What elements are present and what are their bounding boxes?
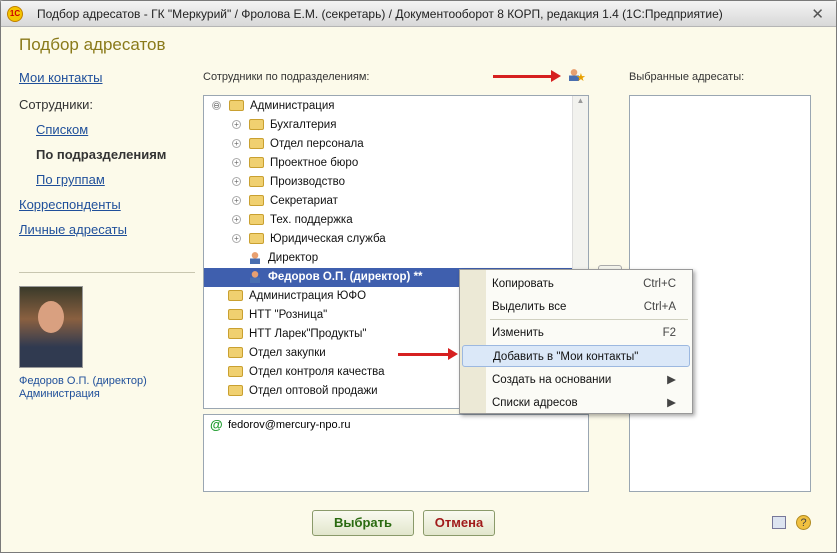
menu-item-label: Добавить в "Мои контакты": [493, 351, 639, 363]
menu-separator: [490, 319, 688, 320]
menu-item-shortcut: ▶: [667, 374, 676, 386]
expand-icon[interactable]: ⊖: [212, 101, 221, 111]
menu-item[interactable]: Добавить в "Мои контакты": [462, 345, 690, 367]
nav-by-groups[interactable]: По группам: [36, 172, 105, 187]
tree-row-label: Проектное бюро: [270, 157, 359, 169]
menu-item-label: Списки адресов: [492, 397, 578, 409]
folder-icon: [229, 100, 244, 112]
folder-icon: [249, 195, 264, 207]
nav-correspondents[interactable]: Корреспонденты: [19, 197, 121, 212]
expand-icon[interactable]: +: [232, 139, 241, 149]
folder-icon: [249, 157, 264, 169]
tree-row-label: НТТ Ларек"Продукты": [249, 328, 367, 340]
window: 1С Подбор адресатов - ГК "Меркурий" / Фр…: [0, 0, 837, 553]
person-icon: [250, 270, 260, 283]
page-title: Подбор адресатов: [19, 35, 166, 54]
tree-row-label: Секретариат: [270, 195, 338, 207]
settings-icon[interactable]: [772, 516, 786, 529]
expand-icon[interactable]: +: [232, 196, 241, 206]
help-button[interactable]: ?: [796, 515, 811, 530]
menu-item[interactable]: Создать на основании ▶: [462, 369, 690, 391]
tree-row-label: Отдел оптовой продажи: [249, 385, 378, 397]
folder-icon: [228, 347, 243, 359]
person-name: Федоров О.П. (директор): [19, 375, 147, 387]
tree-row[interactable]: Директор: [204, 249, 573, 268]
nav-personal[interactable]: Личные адресаты: [19, 222, 127, 237]
nav-employees-label: Сотрудники:: [19, 97, 94, 112]
email-panel: @ fedorov@mercury-npo.ru: [203, 414, 589, 492]
nav-by-dept[interactable]: По подразделениям: [36, 147, 166, 162]
menu-item[interactable]: Списки адресов ▶: [462, 392, 690, 414]
selected-label: Выбранные адресаты:: [629, 71, 745, 83]
tree-row[interactable]: + Производство: [204, 173, 573, 192]
folder-icon: [249, 138, 264, 150]
tree-row-label: Бухгалтерия: [270, 119, 337, 131]
expand-icon[interactable]: +: [232, 177, 241, 187]
menu-item-label: Копировать: [492, 278, 554, 290]
folder-icon: [249, 214, 264, 226]
folder-icon: [249, 176, 264, 188]
expand-icon[interactable]: +: [232, 120, 241, 130]
nav-my-contacts[interactable]: Мои контакты: [19, 70, 103, 85]
person-photo: [19, 286, 83, 368]
tree-row-label: Отдел персонала: [270, 138, 364, 150]
email-text: fedorov@mercury-npo.ru: [228, 419, 351, 431]
select-button[interactable]: Выбрать: [312, 510, 414, 536]
menu-item[interactable]: Копировать Ctrl+C: [462, 273, 690, 295]
tree-row-label: Федоров О.П. (директор) **: [268, 271, 423, 283]
expand-icon[interactable]: +: [232, 234, 241, 244]
tree-row-label: НТТ "Розница": [249, 309, 328, 321]
tree-row-label: Тех. поддержка: [270, 214, 353, 226]
tree-row-label: Отдел контроля качества: [249, 366, 385, 378]
folder-icon: [228, 290, 243, 302]
app-logo-icon: 1С: [7, 5, 23, 22]
menu-item[interactable]: Изменить F2: [462, 322, 690, 344]
menu-item-shortcut: Ctrl+C: [643, 278, 676, 290]
tree-row-label: Отдел закупки: [249, 347, 326, 359]
menu-item[interactable]: Выделить все Ctrl+A: [462, 296, 690, 318]
folder-icon: [228, 328, 243, 340]
folder-icon: [249, 233, 264, 245]
person-dept: Администрация: [19, 388, 100, 400]
red-arrow-icon: [493, 70, 561, 82]
tree-row-label: Производство: [270, 176, 345, 188]
context-menu: Копировать Ctrl+C Выделить все Ctrl+A Измени…: [459, 269, 693, 414]
menu-item-shortcut: ▶: [667, 397, 676, 409]
expand-icon[interactable]: +: [232, 215, 241, 225]
tree-row[interactable]: + Отдел персонала: [204, 135, 573, 154]
email-icon: @: [210, 417, 223, 432]
tree-row-label: Администрация: [250, 100, 335, 112]
red-arrow-icon: [398, 348, 458, 360]
menu-item-shortcut: Ctrl+A: [643, 301, 676, 313]
tree-row[interactable]: + Бухгалтерия: [204, 116, 573, 135]
folder-icon: [249, 119, 264, 131]
tree-row-label: Юридическая служба: [270, 233, 386, 245]
tree-row[interactable]: + Проектное бюро: [204, 154, 573, 173]
cancel-button[interactable]: Отмена: [423, 510, 495, 536]
close-button[interactable]: ✕: [811, 5, 824, 23]
divider: [19, 272, 195, 273]
window-title: Подбор адресатов - ГК "Меркурий" / Фроло…: [37, 6, 723, 21]
title-bar: 1С Подбор адресатов - ГК "Меркурий" / Фр…: [1, 1, 836, 27]
nav-list[interactable]: Списком: [36, 122, 88, 137]
tree-row-label: Администрация ЮФО: [249, 290, 367, 302]
menu-item-label: Выделить все: [492, 301, 567, 313]
add-to-contacts-icon[interactable]: ★: [569, 67, 586, 84]
tree-row[interactable]: + Секретариат: [204, 192, 573, 211]
expand-icon[interactable]: +: [232, 158, 241, 168]
menu-item-label: Создать на основании: [492, 374, 612, 386]
folder-icon: [228, 366, 243, 378]
person-icon: [250, 251, 260, 264]
tree-row-label: Директор: [268, 252, 319, 264]
menu-item-label: Изменить: [492, 327, 544, 339]
folder-icon: [228, 309, 243, 321]
folder-icon: [228, 385, 243, 397]
menu-item-shortcut: F2: [662, 327, 676, 339]
tree-row[interactable]: ⊖ Администрация: [204, 97, 573, 116]
tree-row[interactable]: + Тех. поддержка: [204, 211, 573, 230]
tree-label: Сотрудники по подразделениям:: [203, 71, 370, 83]
tree-row[interactable]: + Юридическая служба: [204, 230, 573, 249]
